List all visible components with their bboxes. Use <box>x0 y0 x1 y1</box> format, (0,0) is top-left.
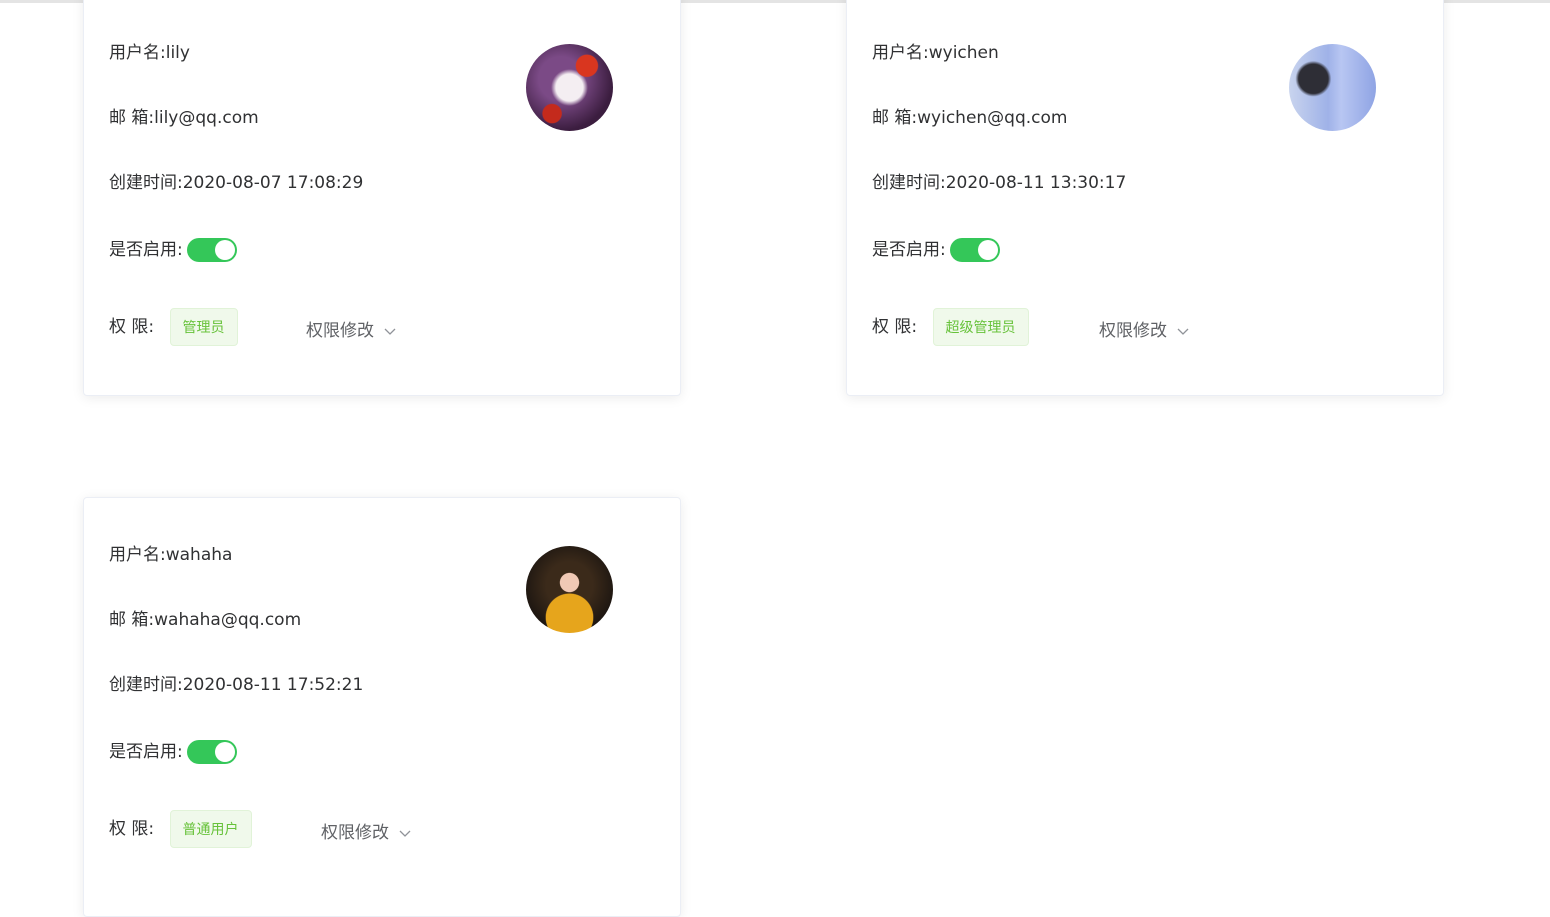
role-modify-dropdown[interactable]: 权限修改 <box>306 316 396 341</box>
email-label: 邮 箱: <box>109 108 155 128</box>
username-value: wyichen <box>928 43 999 63</box>
role-modify-label: 权限修改 <box>321 823 389 843</box>
enabled-row: 是否启用: <box>109 238 237 262</box>
chevron-down-icon <box>384 321 396 341</box>
enabled-label: 是否启用: <box>109 240 183 260</box>
role-label: 权 限: <box>109 317 155 337</box>
created-value: 2020-08-11 17:52:21 <box>182 675 364 695</box>
role-tag: 普通用户 <box>169 810 252 848</box>
username-value: wahaha <box>165 545 233 565</box>
enabled-label: 是否启用: <box>109 742 183 762</box>
avatar <box>526 546 613 633</box>
user-card: 用户名:lily 邮 箱:lily@qq.com 创建时间:2020-08-07… <box>83 0 681 396</box>
role-modify-label: 权限修改 <box>1099 321 1167 341</box>
toggle-knob <box>214 742 235 762</box>
enabled-row: 是否启用: <box>109 740 237 764</box>
role-row: 权 限: 普通用户 <box>109 810 252 848</box>
role-tag: 管理员 <box>169 308 238 346</box>
role-row: 权 限: 管理员 <box>109 308 238 346</box>
email-value: wyichen@qq.com <box>917 108 1068 128</box>
role-label: 权 限: <box>109 819 155 839</box>
email-row: 邮 箱:lily@qq.com <box>109 107 259 129</box>
chevron-down-icon <box>1177 321 1189 341</box>
created-row: 创建时间:2020-08-11 13:30:17 <box>872 172 1126 194</box>
created-value: 2020-08-11 13:30:17 <box>945 173 1127 193</box>
created-label: 创建时间: <box>872 173 946 193</box>
role-tag: 超级管理员 <box>932 308 1029 346</box>
created-label: 创建时间: <box>109 173 183 193</box>
toggle-knob <box>214 240 235 260</box>
role-modify-dropdown[interactable]: 权限修改 <box>1099 316 1189 341</box>
avatar <box>1289 44 1376 131</box>
chevron-down-icon <box>399 823 411 843</box>
username-row: 用户名:lily <box>109 42 190 64</box>
enabled-toggle[interactable] <box>949 238 1000 262</box>
user-card: 用户名:wyichen 邮 箱:wyichen@qq.com 创建时间:2020… <box>846 0 1444 396</box>
email-label: 邮 箱: <box>872 108 918 128</box>
email-label: 邮 箱: <box>109 610 155 630</box>
username-row: 用户名:wahaha <box>109 544 232 566</box>
username-label: 用户名: <box>109 545 166 565</box>
role-modify-dropdown[interactable]: 权限修改 <box>321 818 411 843</box>
role-label: 权 限: <box>872 317 918 337</box>
username-label: 用户名: <box>109 43 166 63</box>
username-row: 用户名:wyichen <box>872 42 999 64</box>
enabled-toggle[interactable] <box>186 238 237 262</box>
enabled-row: 是否启用: <box>872 238 1000 262</box>
created-value: 2020-08-07 17:08:29 <box>182 173 364 193</box>
created-label: 创建时间: <box>109 675 183 695</box>
email-value: wahaha@qq.com <box>154 610 302 630</box>
email-row: 邮 箱:wahaha@qq.com <box>109 609 301 631</box>
email-row: 邮 箱:wyichen@qq.com <box>872 107 1067 129</box>
username-value: lily <box>165 43 190 63</box>
enabled-label: 是否启用: <box>872 240 946 260</box>
user-card: 用户名:wahaha 邮 箱:wahaha@qq.com 创建时间:2020-0… <box>83 497 681 917</box>
role-row: 权 限: 超级管理员 <box>872 308 1029 346</box>
enabled-toggle[interactable] <box>186 740 237 764</box>
avatar <box>526 44 613 131</box>
created-row: 创建时间:2020-08-11 17:52:21 <box>109 674 363 696</box>
username-label: 用户名: <box>872 43 929 63</box>
email-value: lily@qq.com <box>154 108 259 128</box>
toggle-knob <box>977 240 998 260</box>
created-row: 创建时间:2020-08-07 17:08:29 <box>109 172 363 194</box>
role-modify-label: 权限修改 <box>306 321 374 341</box>
